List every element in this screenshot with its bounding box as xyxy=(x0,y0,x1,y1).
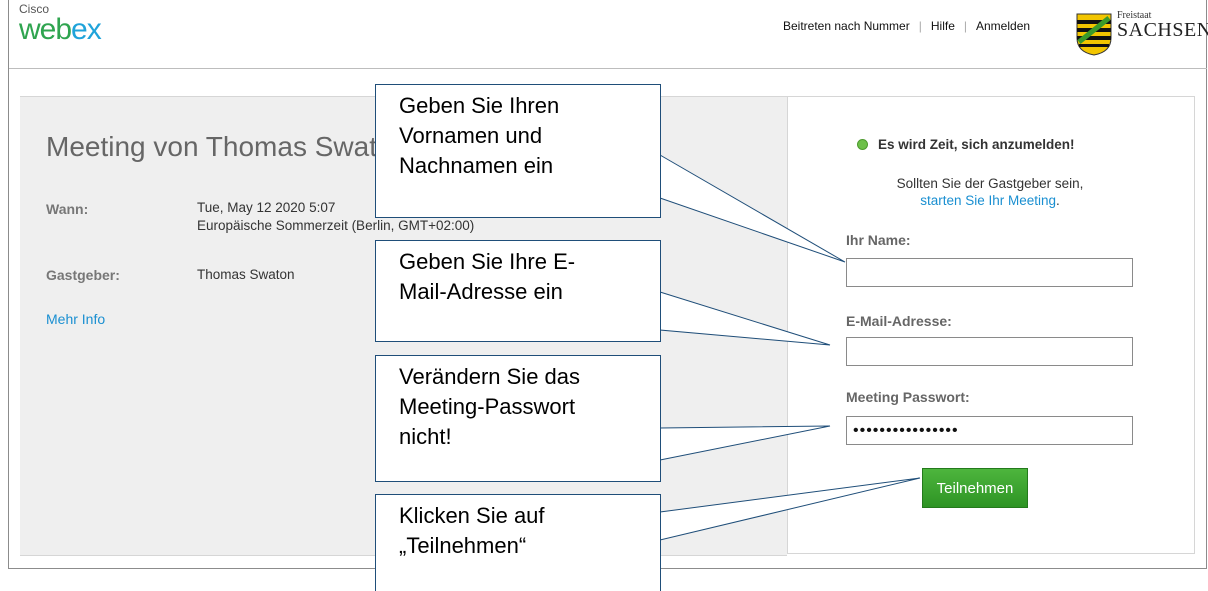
when-label: Wann: xyxy=(46,201,89,217)
host-link-suffix: . xyxy=(1056,193,1060,208)
callout-email: Geben Sie Ihre E- Mail-Adresse ein xyxy=(375,240,661,342)
meeting-title: Meeting von Thomas Swaton xyxy=(46,131,409,162)
freistaat-sachsen-logo: Freistaat SACHSEN xyxy=(1075,10,1208,58)
start-meeting-link[interactable]: starten Sie Ihr Meeting xyxy=(920,193,1056,208)
webex-logo-part1: web xyxy=(19,13,72,46)
callout-join-line: Klicken Sie auf xyxy=(399,503,545,528)
status-message: Es wird Zeit, sich anzumelden! xyxy=(857,137,1075,152)
help-link[interactable]: Hilfe xyxy=(931,19,955,33)
callout-name: Geben Sie Ihren Vornamen und Nachnamen e… xyxy=(375,84,661,218)
top-navigation: Beitreten nach Nummer | Hilfe | Anmelden xyxy=(783,19,1030,33)
callout-name-line: Vornamen und xyxy=(399,123,543,148)
callout-join-line: „Teilnehmen“ xyxy=(399,533,527,558)
host-label: Gastgeber: xyxy=(46,267,120,283)
callout-password-line: Verändern Sie das xyxy=(399,364,581,389)
callout-email-line: Geben Sie Ihre E- xyxy=(399,249,576,274)
callout-password-line: nicht! xyxy=(399,424,452,449)
email-label: E-Mail-Adresse: xyxy=(846,313,952,329)
callout-password-line: Meeting-Passwort xyxy=(399,394,576,419)
nav-separator: | xyxy=(918,19,922,33)
host-hint-text: Sollten Sie der Gastgeber sein, xyxy=(896,176,1084,191)
more-info-link[interactable]: Mehr Info xyxy=(46,311,105,327)
webex-logo-part2: ex xyxy=(71,13,102,46)
sachsen-coat-of-arms-icon xyxy=(1076,13,1112,56)
join-button[interactable]: Teilnehmen xyxy=(922,468,1028,508)
password-label: Meeting Passwort: xyxy=(846,389,970,405)
password-input[interactable] xyxy=(846,416,1133,445)
join-by-number-link[interactable]: Beitreten nach Nummer xyxy=(783,19,910,33)
host-hint-link-line: starten Sie Ihr Meeting. xyxy=(845,193,1135,208)
sign-in-link[interactable]: Anmelden xyxy=(976,19,1030,33)
webex-logo-text: webex xyxy=(19,12,102,48)
header-divider xyxy=(9,68,1207,69)
callout-password: Verändern Sie das Meeting-Passwort nicht… xyxy=(375,355,661,482)
status-dot-icon xyxy=(857,139,868,150)
email-input[interactable] xyxy=(846,337,1133,366)
when-timezone: Europäische Sommerzeit (Berlin, GMT+02:0… xyxy=(197,218,475,233)
name-label: Ihr Name: xyxy=(846,232,911,248)
status-text: Es wird Zeit, sich anzumelden! xyxy=(878,137,1075,152)
callout-join: Klicken Sie auf „Teilnehmen“ xyxy=(375,494,661,591)
callout-email-line: Mail-Adresse ein xyxy=(399,279,563,304)
host-name: Thomas Swaton xyxy=(197,267,295,282)
callout-name-line: Geben Sie Ihren xyxy=(399,93,560,118)
name-input[interactable] xyxy=(846,258,1133,287)
nav-separator: | xyxy=(963,19,967,33)
sachsen-logo-name: SACHSEN xyxy=(1117,19,1208,41)
callout-name-line: Nachnamen ein xyxy=(399,153,554,178)
when-date: Tue, May 12 2020 5:07 xyxy=(197,200,336,215)
